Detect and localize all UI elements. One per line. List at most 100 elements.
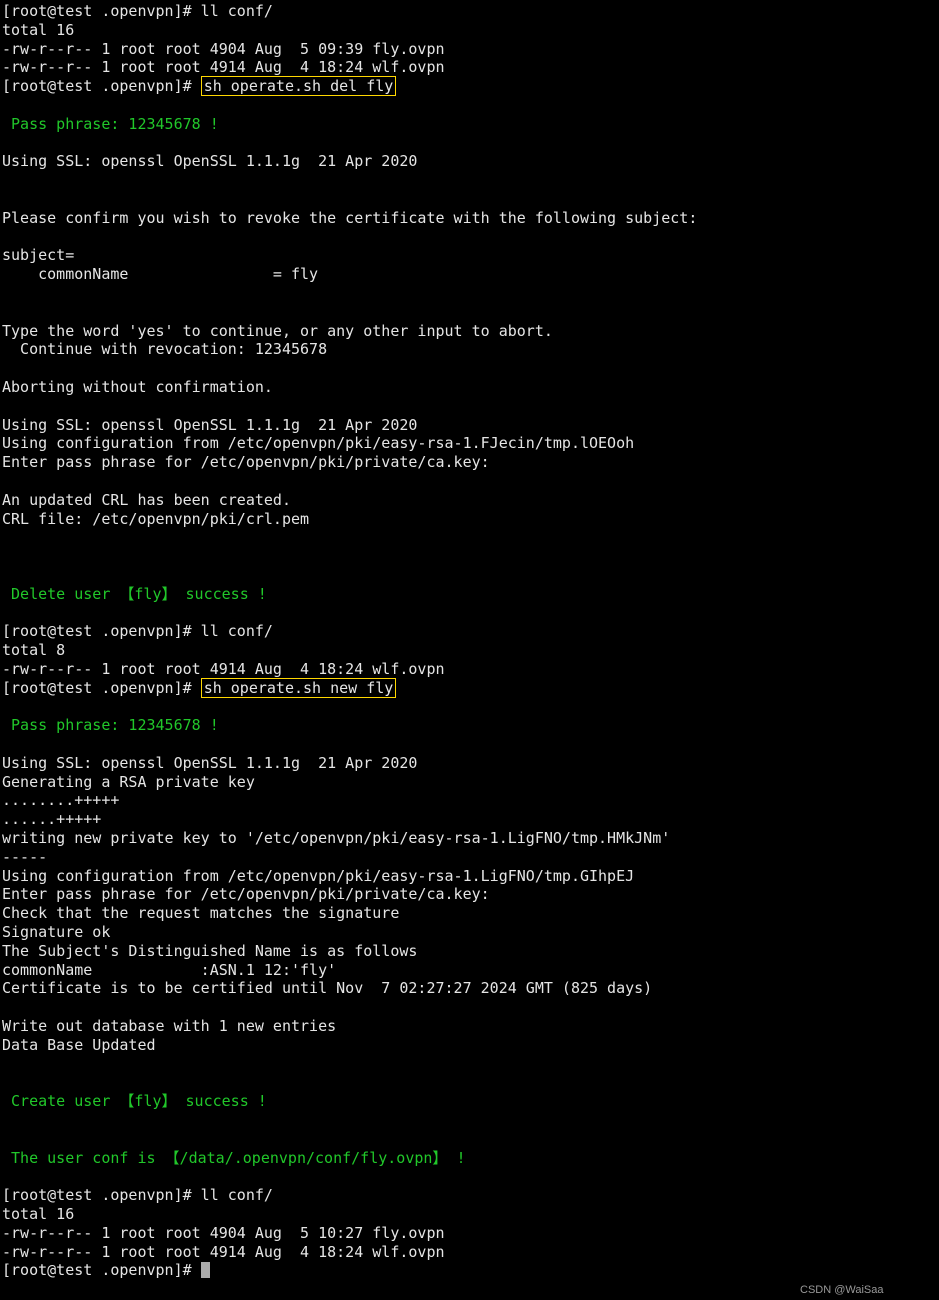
terminal-line: -rw-r--r-- 1 root root 4914 Aug 4 18:24 …: [2, 660, 937, 679]
terminal-line: [2, 190, 937, 209]
terminal-line: [2, 998, 937, 1017]
terminal-line: [2, 397, 937, 416]
terminal-line: [2, 1130, 937, 1149]
terminal-line: [2, 472, 937, 491]
terminal-text: Type the word 'yes' to continue, or any …: [2, 322, 553, 340]
terminal-text: An updated CRL has been created.: [2, 491, 291, 509]
terminal-line: Using SSL: openssl OpenSSL 1.1.1g 21 Apr…: [2, 152, 937, 171]
terminal-line: The Subject's Distinguished Name is as f…: [2, 942, 937, 961]
terminal-text: -rw-r--r-- 1 root root 4904 Aug 5 10:27 …: [2, 1224, 445, 1242]
terminal-line: -----: [2, 848, 937, 867]
terminal-line: total 16: [2, 21, 937, 40]
terminal-line: Pass phrase: 12345678 !: [2, 716, 937, 735]
terminal-line: Create user 【fly】 success !: [2, 1092, 937, 1111]
terminal-line: Using configuration from /etc/openvpn/pk…: [2, 867, 937, 886]
terminal-text: -rw-r--r-- 1 root root 4914 Aug 4 18:24 …: [2, 660, 445, 678]
terminal-line: CRL file: /etc/openvpn/pki/crl.pem: [2, 510, 937, 529]
terminal-text: Enter pass phrase for /etc/openvpn/pki/p…: [2, 453, 490, 471]
cursor-icon: [201, 1262, 210, 1278]
terminal-text: total 8: [2, 641, 65, 659]
terminal-text: [root@test .openvpn]# ll conf/: [2, 1186, 273, 1204]
terminal-line: [2, 359, 937, 378]
terminal-line: -rw-r--r-- 1 root root 4914 Aug 4 18:24 …: [2, 58, 937, 77]
terminal-line: [2, 1055, 937, 1074]
terminal-line: [2, 1167, 937, 1186]
terminal-text: Certificate is to be certified until Nov…: [2, 979, 652, 997]
terminal-text: Aborting without confirmation.: [2, 378, 273, 396]
terminal-line: [2, 171, 937, 190]
terminal-line: [2, 1073, 937, 1092]
terminal-line: Data Base Updated: [2, 1036, 937, 1055]
terminal-text: Using configuration from /etc/openvpn/pk…: [2, 434, 634, 452]
terminal-text: Create user 【fly】 success !: [2, 1092, 276, 1110]
terminal-line: subject=: [2, 246, 937, 265]
terminal-text: The user conf is 【/data/.openvpn/conf/fl…: [2, 1149, 475, 1167]
terminal-line: The user conf is 【/data/.openvpn/conf/fl…: [2, 1149, 937, 1168]
terminal-line: [2, 303, 937, 322]
terminal-text: Continue with revocation: 12345678: [2, 340, 327, 358]
terminal-line: [2, 735, 937, 754]
terminal-text: Data Base Updated: [2, 1036, 156, 1054]
terminal-line: [2, 228, 937, 247]
terminal-line: Pass phrase: 12345678 !: [2, 115, 937, 134]
terminal-line: [2, 1111, 937, 1130]
terminal-line: [2, 566, 937, 585]
terminal-text: -----: [2, 848, 47, 866]
terminal-line: -rw-r--r-- 1 root root 4904 Aug 5 10:27 …: [2, 1224, 937, 1243]
terminal-line: Check that the request matches the signa…: [2, 904, 937, 923]
terminal-line: Using configuration from /etc/openvpn/pk…: [2, 434, 937, 453]
terminal-line: [2, 528, 937, 547]
terminal-text: -rw-r--r-- 1 root root 4914 Aug 4 18:24 …: [2, 1243, 445, 1261]
terminal-line: writing new private key to '/etc/openvpn…: [2, 829, 937, 848]
terminal-line: [2, 604, 937, 623]
terminal-text: Delete user 【fly】 success !: [2, 585, 276, 603]
terminal-text: Using configuration from /etc/openvpn/pk…: [2, 867, 634, 885]
terminal-output[interactable]: [root@test .openvpn]# ll conf/total 16-r…: [0, 0, 939, 1280]
terminal-text: Generating a RSA private key: [2, 773, 255, 791]
terminal-line: Signature ok: [2, 923, 937, 942]
terminal-line: Enter pass phrase for /etc/openvpn/pki/p…: [2, 885, 937, 904]
terminal-line: [2, 134, 937, 153]
terminal-line: commonName = fly: [2, 265, 937, 284]
terminal-text: Signature ok: [2, 923, 110, 941]
terminal-line: Enter pass phrase for /etc/openvpn/pki/p…: [2, 453, 937, 472]
terminal-line: [root@test .openvpn]#: [2, 1261, 937, 1280]
terminal-text: ........+++++: [2, 791, 119, 809]
terminal-line: Generating a RSA private key: [2, 773, 937, 792]
terminal-text: writing new private key to '/etc/openvpn…: [2, 829, 670, 847]
terminal-text: -rw-r--r-- 1 root root 4914 Aug 4 18:24 …: [2, 58, 445, 76]
terminal-line: Please confirm you wish to revoke the ce…: [2, 209, 937, 228]
terminal-text: [root@test .openvpn]#: [2, 1261, 201, 1279]
terminal-text: [root@test .openvpn]# ll conf/: [2, 622, 273, 640]
terminal-text: ......+++++: [2, 810, 101, 828]
terminal-line: [root@test .openvpn]# sh operate.sh del …: [2, 77, 937, 96]
terminal-text: [root@test .openvpn]#: [2, 77, 201, 95]
terminal-line: [root@test .openvpn]# sh operate.sh new …: [2, 679, 937, 698]
terminal-text: Write out database with 1 new entries: [2, 1017, 336, 1035]
terminal-text: total 16: [2, 21, 74, 39]
highlighted-command: sh operate.sh del fly: [201, 76, 397, 96]
terminal-line: [2, 697, 937, 716]
terminal-text: The Subject's Distinguished Name is as f…: [2, 942, 417, 960]
terminal-line: -rw-r--r-- 1 root root 4914 Aug 4 18:24 …: [2, 1243, 937, 1262]
terminal-text: Using SSL: openssl OpenSSL 1.1.1g 21 Apr…: [2, 416, 417, 434]
terminal-line: [root@test .openvpn]# ll conf/: [2, 622, 937, 641]
terminal-line: Write out database with 1 new entries: [2, 1017, 937, 1036]
terminal-line: [root@test .openvpn]# ll conf/: [2, 1186, 937, 1205]
terminal-line: ......+++++: [2, 810, 937, 829]
terminal-line: Certificate is to be certified until Nov…: [2, 979, 937, 998]
terminal-line: total 8: [2, 641, 937, 660]
terminal-text: commonName = fly: [2, 265, 318, 283]
terminal-text: Pass phrase: 12345678 !: [2, 716, 228, 734]
terminal-text: subject=: [2, 246, 74, 264]
terminal-text: [root@test .openvpn]# ll conf/: [2, 2, 273, 20]
terminal-line: Aborting without confirmation.: [2, 378, 937, 397]
terminal-line: [2, 96, 937, 115]
terminal-line: -rw-r--r-- 1 root root 4904 Aug 5 09:39 …: [2, 40, 937, 59]
highlighted-command: sh operate.sh new fly: [201, 678, 397, 698]
terminal-line: An updated CRL has been created.: [2, 491, 937, 510]
terminal-line: Using SSL: openssl OpenSSL 1.1.1g 21 Apr…: [2, 416, 937, 435]
terminal-text: -rw-r--r-- 1 root root 4904 Aug 5 09:39 …: [2, 40, 445, 58]
terminal-text: Check that the request matches the signa…: [2, 904, 399, 922]
terminal-text: Enter pass phrase for /etc/openvpn/pki/p…: [2, 885, 490, 903]
